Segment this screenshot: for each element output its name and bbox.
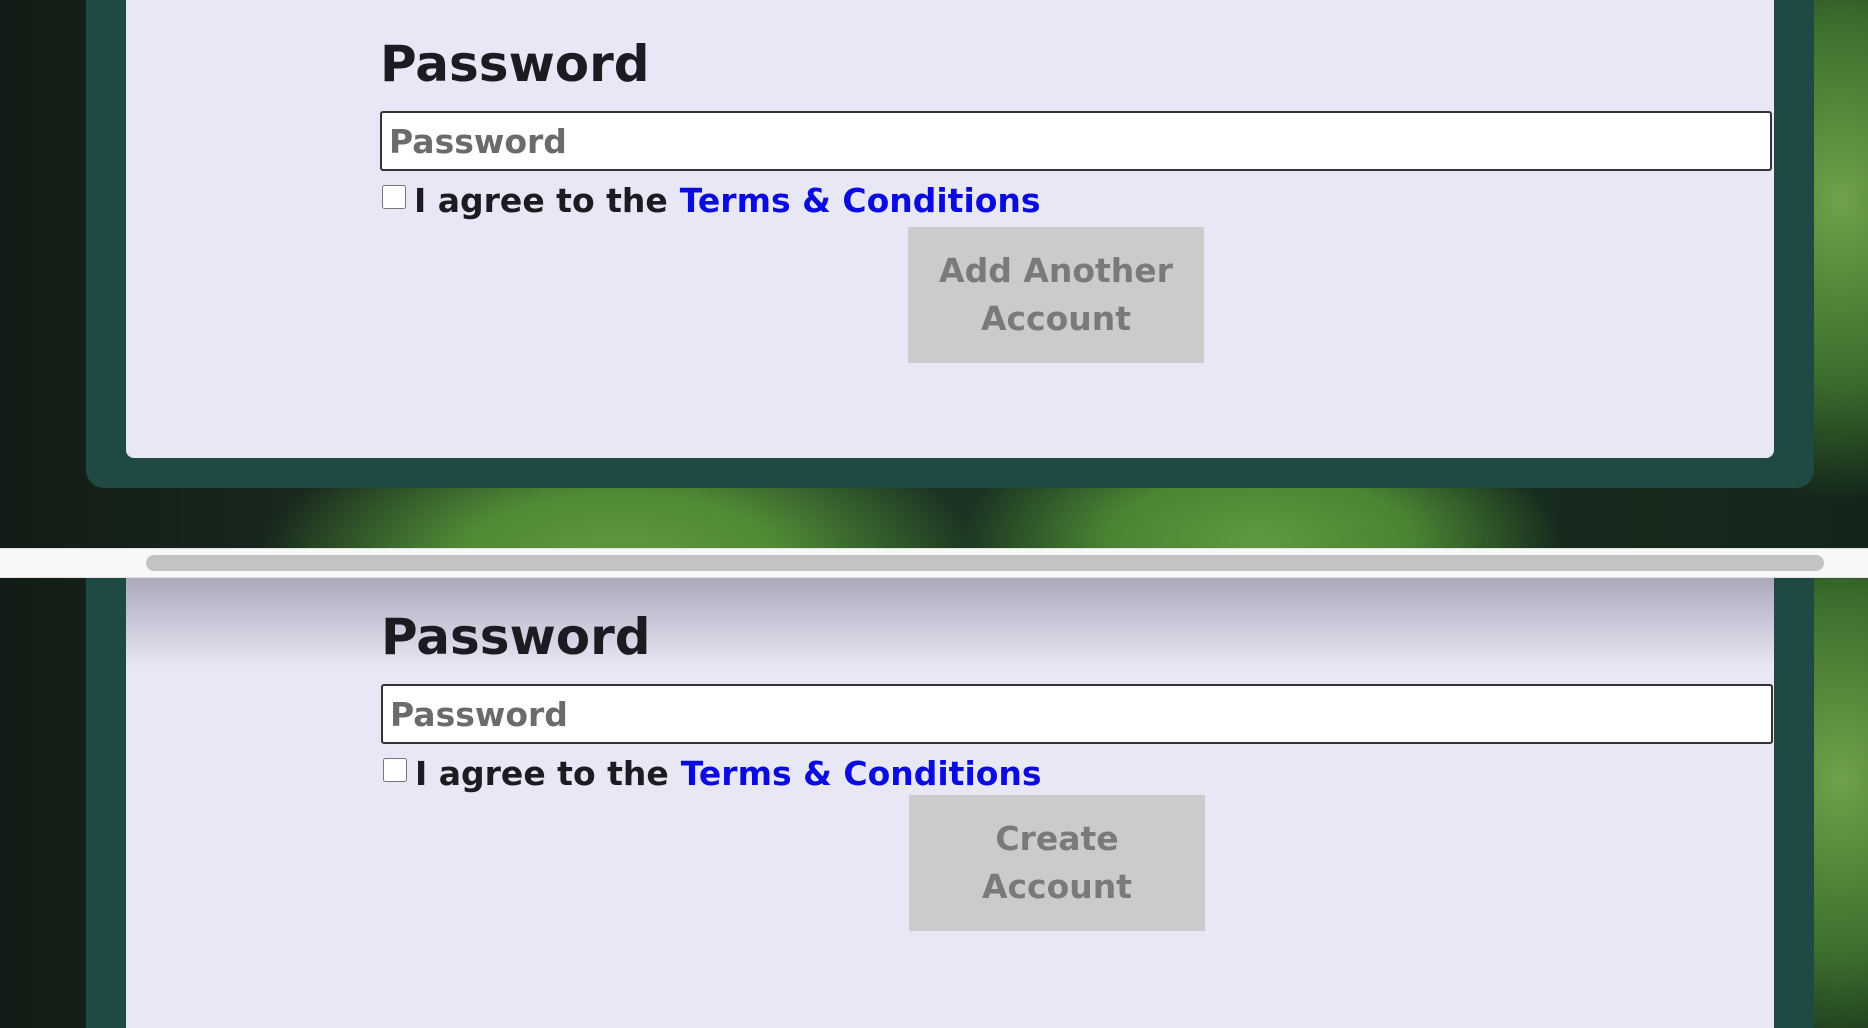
- password-label: Password: [380, 35, 650, 93]
- add-another-account-button[interactable]: Add Another Account: [908, 227, 1204, 363]
- agree-text: I agree to the: [414, 180, 668, 220]
- terms-agree-row: I agree to the Terms & Conditions: [380, 177, 1772, 223]
- password-input[interactable]: [380, 111, 1772, 171]
- terms-checkbox[interactable]: [382, 185, 406, 209]
- password-form: Password I agree to the Terms & Conditio…: [380, 32, 1772, 363]
- terms-checkbox[interactable]: [383, 758, 407, 782]
- password-input[interactable]: [381, 684, 1773, 744]
- password-label: Password: [381, 608, 651, 666]
- create-account-button[interactable]: Create Account: [909, 795, 1205, 931]
- agree-text: I agree to the: [415, 753, 669, 793]
- bottom-viewport: Password I agree to the Terms & Conditio…: [0, 578, 1868, 1028]
- top-viewport: Password I agree to the Terms & Conditio…: [0, 0, 1868, 548]
- password-form: Password I agree to the Terms & Conditio…: [381, 605, 1773, 931]
- terms-agree-row: I agree to the Terms & Conditions: [381, 750, 1773, 796]
- signup-card: Password I agree to the Terms & Conditio…: [126, 0, 1774, 458]
- scrollbar-thumb[interactable]: [146, 555, 1824, 571]
- signup-card: Password I agree to the Terms & Conditio…: [126, 578, 1774, 1028]
- terms-conditions-link[interactable]: Terms & Conditions: [680, 181, 1041, 220]
- horizontal-scrollbar[interactable]: [0, 548, 1868, 578]
- terms-conditions-link[interactable]: Terms & Conditions: [681, 754, 1042, 793]
